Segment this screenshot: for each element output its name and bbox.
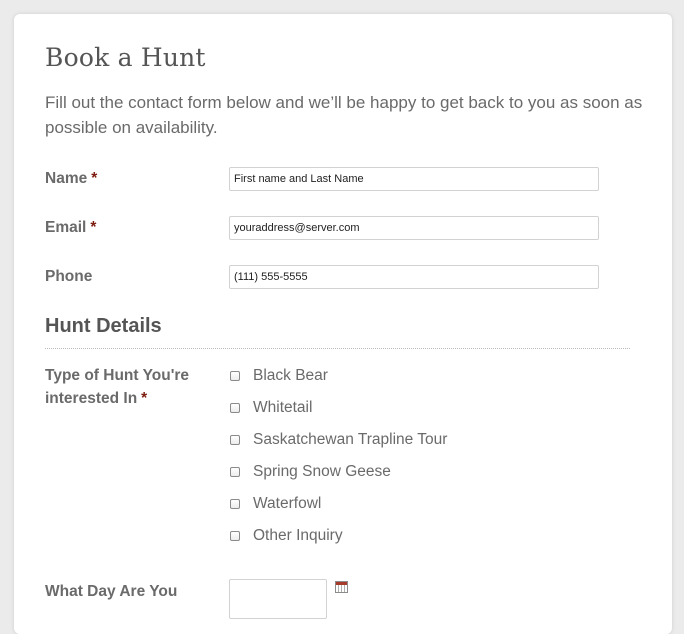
hunt-type-label-line2: interested In — [45, 390, 138, 407]
required-mark: * — [91, 170, 98, 187]
checkbox[interactable] — [230, 371, 240, 381]
hunt-option-black-bear[interactable]: Black Bear — [230, 366, 328, 386]
hunt-option-trapline-tour[interactable]: Saskatchewan Trapline Tour — [230, 430, 447, 450]
hunt-details-heading: Hunt Details — [45, 315, 162, 337]
email-label: Email * — [45, 216, 96, 239]
hunt-date-input[interactable] — [229, 579, 327, 619]
hunt-option-snow-geese[interactable]: Spring Snow Geese — [230, 462, 391, 482]
name-label-text: Name — [45, 170, 88, 187]
option-label: Black Bear — [253, 367, 328, 384]
hunt-option-whitetail[interactable]: Whitetail — [230, 398, 312, 418]
checkbox[interactable] — [230, 403, 240, 413]
email-field[interactable] — [229, 216, 599, 240]
hunt-option-other-inquiry[interactable]: Other Inquiry — [230, 526, 343, 546]
hunt-type-label: Type of Hunt You're interested In * — [45, 364, 189, 410]
intro-text: Fill out the contact form below and we’l… — [45, 93, 643, 137]
name-label: Name * — [45, 167, 97, 190]
option-label: Other Inquiry — [253, 527, 343, 544]
hunt-type-label-line1: Type of Hunt You're — [45, 367, 190, 384]
checkbox[interactable] — [230, 435, 240, 445]
phone-field[interactable] — [229, 265, 599, 289]
calendar-icon[interactable] — [335, 581, 348, 593]
required-mark: * — [90, 219, 97, 236]
hunt-date-label: What Day Are You — [45, 583, 178, 600]
option-label: Spring Snow Geese — [253, 463, 391, 480]
option-label: Saskatchewan Trapline Tour — [253, 431, 448, 448]
page-title: Book a Hunt — [45, 43, 206, 72]
phone-label: Phone — [45, 265, 92, 288]
email-label-text: Email — [45, 219, 87, 236]
checkbox[interactable] — [230, 467, 240, 477]
section-divider — [45, 348, 630, 349]
booking-form-card: Book a Hunt Fill out the contact form be… — [14, 14, 672, 634]
option-label: Whitetail — [253, 399, 313, 416]
hunt-option-waterfowl[interactable]: Waterfowl — [230, 494, 321, 514]
name-field[interactable] — [229, 167, 599, 191]
phone-label-text: Phone — [45, 268, 93, 285]
option-label: Waterfowl — [253, 495, 322, 512]
required-mark: * — [141, 390, 148, 407]
checkbox[interactable] — [230, 499, 240, 509]
checkbox[interactable] — [230, 531, 240, 541]
